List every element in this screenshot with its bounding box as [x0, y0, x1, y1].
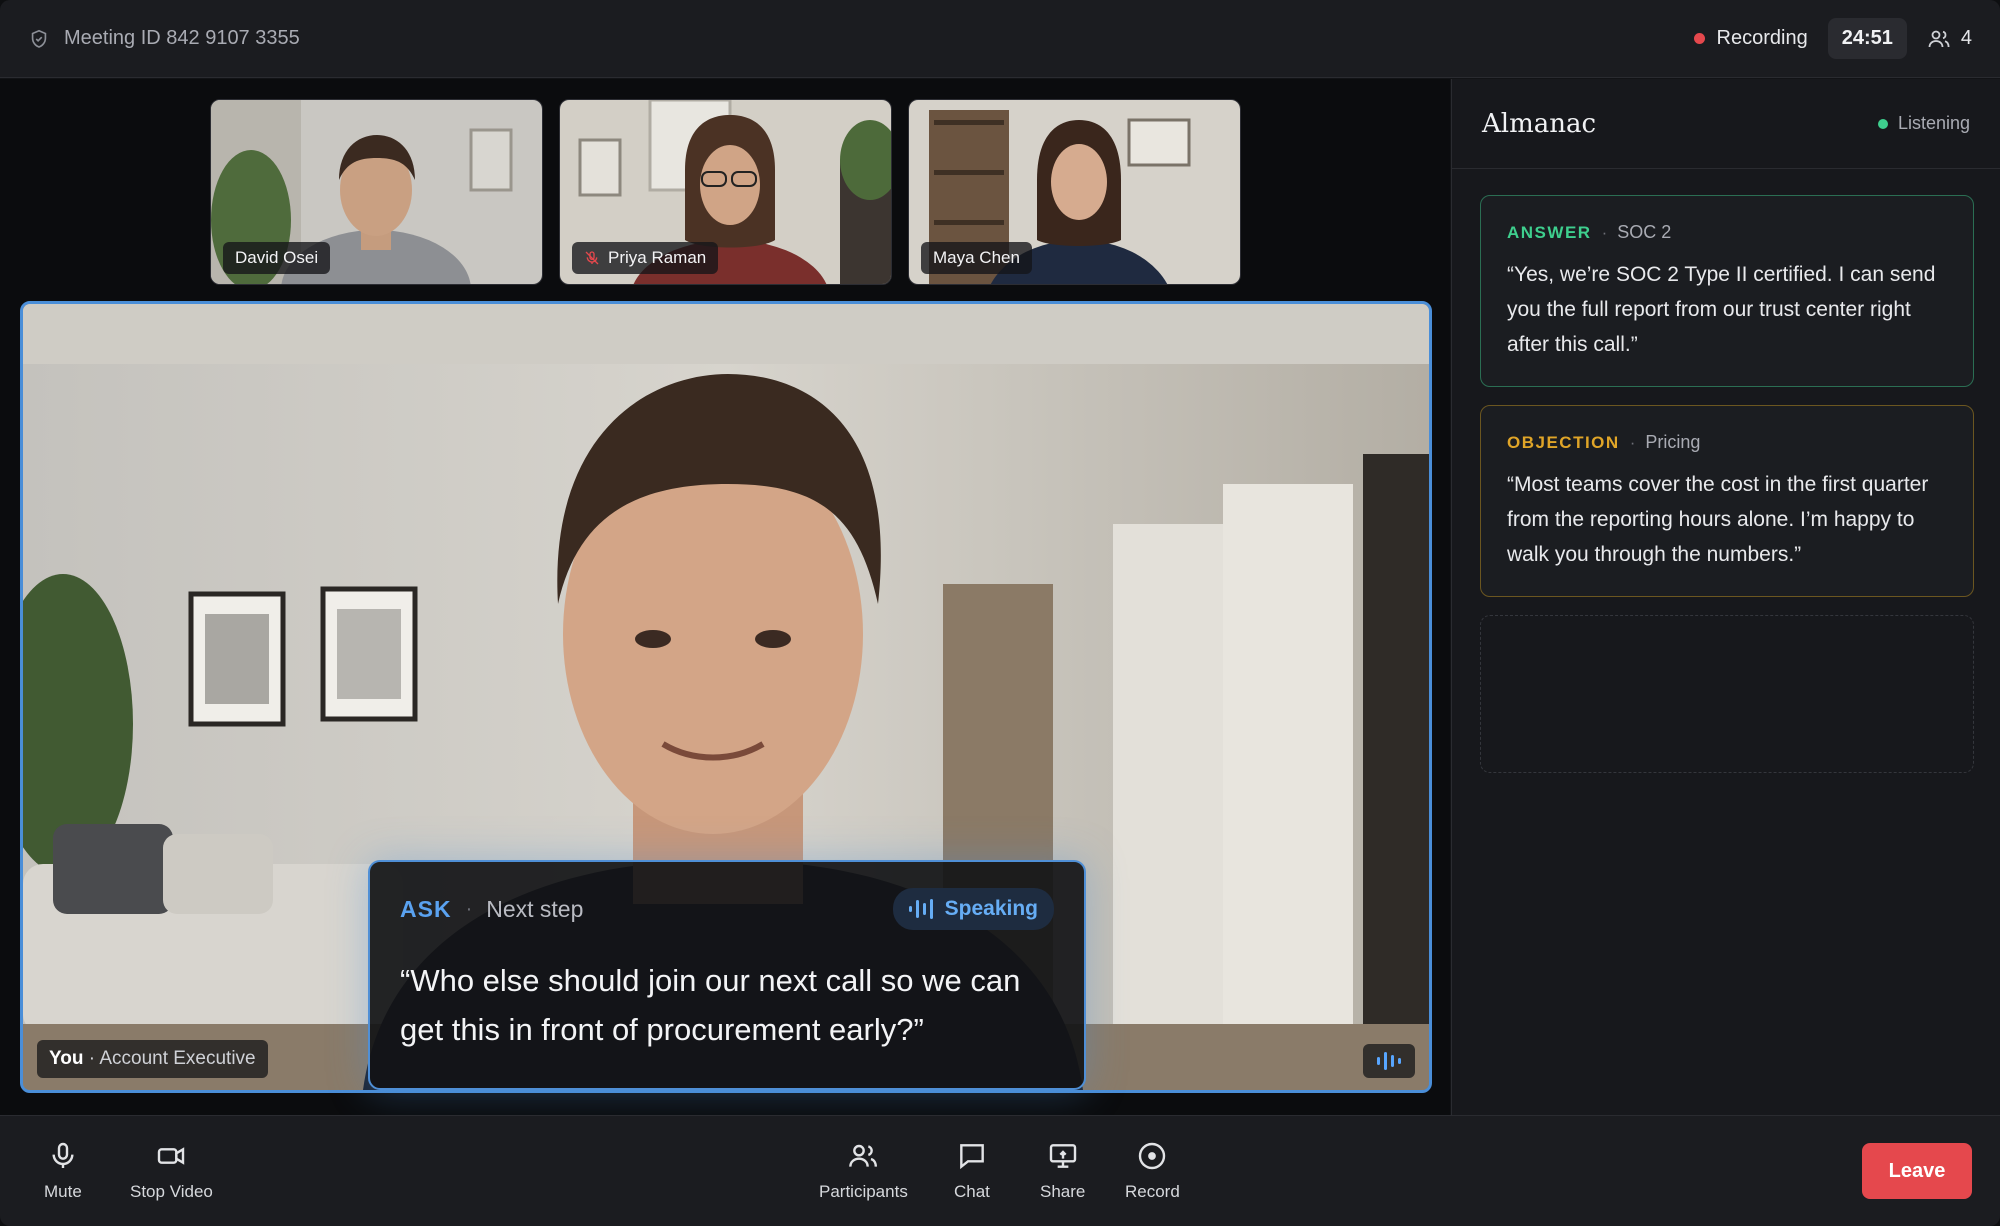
control-bar: Mute Stop Video Participants Chat Share … — [0, 1115, 2000, 1226]
participants-label: Participants — [819, 1182, 908, 1201]
card-type: OBJECTION — [1507, 432, 1620, 452]
recording-dot-icon — [1693, 33, 1705, 44]
almanac-panel: Almanac Listening ANSWER · SOC 2 “Yes, w… — [1451, 79, 2000, 1115]
participant-tile-priya[interactable]: Priya Raman — [559, 99, 892, 285]
waveform-icon — [908, 899, 933, 919]
participant-name-tag: Priya Raman — [572, 242, 719, 274]
meeting-window: Meeting ID 842 9107 3355 Recording 24:51… — [0, 0, 2000, 1226]
microphone-icon — [52, 1142, 74, 1168]
coaching-prompt-card: ASK · Next step Speaking “Who else shoul… — [368, 860, 1086, 1090]
share-button[interactable]: Share — [1040, 1140, 1085, 1202]
participant-name: Maya Chen — [933, 248, 1020, 267]
participants-button[interactable]: Participants — [819, 1140, 908, 1202]
prompt-type: ASK — [400, 895, 452, 922]
screen-share-icon — [1049, 1144, 1076, 1168]
stop-video-label: Stop Video — [130, 1182, 213, 1201]
recording-indicator: Recording — [1693, 27, 1808, 50]
mic-off-icon — [585, 251, 599, 265]
record-icon — [1139, 1142, 1166, 1170]
top-right-status: Recording 24:51 4 — [1693, 18, 1972, 59]
chat-bubble-icon — [960, 1144, 984, 1170]
participant-count: 4 — [1960, 27, 1972, 49]
participant-name: Priya Raman — [608, 248, 707, 267]
card-quote: “Yes, we’re SOC 2 Type II certified. I c… — [1507, 263, 1936, 356]
video-stage: David Osei Priya Raman Maya Chen You · A… — [0, 79, 1450, 1115]
prompt-quote: “Who else should join our next call so w… — [400, 963, 1021, 1047]
prompt-subtitle: Next step — [486, 895, 584, 922]
video-camera-icon — [158, 1147, 185, 1165]
card-quote: “Most teams cover the cost in the first … — [1507, 473, 1929, 566]
card-separator: · — [1629, 432, 1636, 452]
people-icon — [849, 1144, 878, 1167]
participant-name-tag: Maya Chen — [921, 242, 1032, 274]
leave-button[interactable]: Leave — [1862, 1143, 1972, 1199]
meeting-timer: 24:51 — [1827, 18, 1907, 59]
participant-name: David Osei — [235, 248, 319, 267]
listening-status: Listening — [1877, 113, 1970, 134]
participant-tile-maya[interactable]: Maya Chen — [908, 99, 1241, 285]
chat-button[interactable]: Chat — [954, 1140, 990, 1202]
audio-level-icon — [1363, 1044, 1415, 1078]
participant-name-tag: David Osei — [223, 242, 331, 274]
objection-card[interactable]: OBJECTION · Pricing “Most teams cover th… — [1480, 405, 1974, 597]
self-view-label: You · Account Executive — [37, 1040, 268, 1078]
meeting-id: Meeting ID 842 9107 3355 — [28, 27, 300, 50]
status-dot-icon — [1877, 118, 1888, 129]
prompt-separator: · — [465, 897, 473, 920]
card-header: OBJECTION · Pricing — [1507, 432, 1947, 453]
empty-card-placeholder — [1480, 615, 1974, 773]
stop-video-button[interactable]: Stop Video — [130, 1140, 213, 1202]
top-bar: Meeting ID 842 9107 3355 Recording 24:51… — [0, 0, 2000, 78]
card-tag: SOC 2 — [1617, 222, 1672, 242]
speaking-label: Speaking — [944, 897, 1038, 920]
chat-label: Chat — [954, 1182, 990, 1201]
participant-count-button[interactable]: 4 — [1927, 27, 1972, 51]
panel-title: Almanac — [1482, 108, 1597, 139]
shield-icon — [31, 29, 47, 48]
card-separator: · — [1601, 222, 1608, 242]
speaking-badge: Speaking — [892, 888, 1054, 930]
prompt-header: ASK · Next step Speaking — [400, 888, 1054, 930]
card-header: ANSWER · SOC 2 — [1507, 222, 1947, 243]
recording-label: Recording — [1716, 27, 1808, 49]
answer-card[interactable]: ANSWER · SOC 2 “Yes, we’re SOC 2 Type II… — [1480, 195, 1974, 387]
panel-header: Almanac Listening — [1452, 79, 2000, 169]
people-icon — [1928, 30, 1950, 47]
share-label: Share — [1040, 1182, 1086, 1201]
mute-label: Mute — [44, 1182, 82, 1201]
participant-tile-david[interactable]: David Osei — [210, 99, 543, 285]
record-button[interactable]: Record — [1125, 1140, 1180, 1202]
self-name: You — [49, 1048, 84, 1069]
record-label: Record — [1125, 1182, 1180, 1201]
self-role: · Account Executive — [88, 1048, 256, 1069]
listening-label: Listening — [1897, 113, 1970, 133]
mute-button[interactable]: Mute — [44, 1140, 82, 1202]
card-type: ANSWER — [1507, 222, 1592, 242]
meeting-id-label: Meeting ID 842 9107 3355 — [64, 27, 300, 49]
card-tag: Pricing — [1645, 432, 1701, 452]
